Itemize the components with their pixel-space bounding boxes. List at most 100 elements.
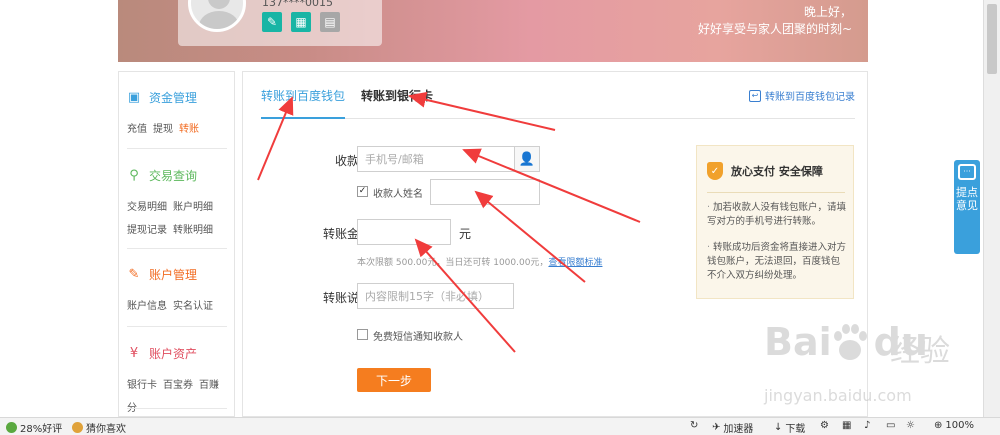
download-text: 下载 xyxy=(785,424,806,435)
avatar-body xyxy=(199,11,239,29)
chat-icon: ··· xyxy=(958,164,976,180)
search-icon: ⚲ xyxy=(129,167,139,183)
zoom-control[interactable]: ⊕ 100% xyxy=(934,420,974,431)
sidebar-section-funds: ▣ 资金管理 充值 提现 转账 xyxy=(127,88,229,141)
avatar-head xyxy=(208,0,230,9)
rating-text: 28%好评 xyxy=(20,424,63,435)
sidebar-item-coupon[interactable]: 百宝券 xyxy=(163,380,193,391)
sidebar-links-query: 交易明细 账户明细 提现记录 转账明细 xyxy=(127,196,229,242)
sidebar-divider xyxy=(127,326,227,327)
settings-icon[interactable]: ⚙ xyxy=(820,420,829,431)
calculator-icon[interactable]: ▦ xyxy=(291,12,311,32)
brightness-icon[interactable]: ☼ xyxy=(906,420,915,431)
rating-indicator[interactable]: 28%好评 xyxy=(6,420,62,435)
accelerator-button[interactable]: ✈ 加速器 xyxy=(712,420,753,435)
zoom-text: 100% xyxy=(945,420,974,431)
tab-bar: 转账到百度钱包 转账到银行卡 ↩ 转账到百度钱包记录 xyxy=(261,72,855,119)
next-step-button[interactable]: 下一步 xyxy=(357,368,431,392)
refresh-icon[interactable]: ↻ xyxy=(690,420,698,431)
sound-icon[interactable]: ♪ xyxy=(864,420,870,431)
sidebar-section-assets: ¥ 账户资产 银行卡百宝券百赚分 xyxy=(127,344,229,416)
sidebar-item-recharge[interactable]: 充值 xyxy=(127,124,147,135)
heart-icon xyxy=(72,422,83,433)
notice-header: ✓ 放心支付 安全保障 xyxy=(707,162,823,180)
sms-notify-checkbox[interactable] xyxy=(357,329,368,340)
limit-standard-link[interactable]: 查看限额标准 xyxy=(548,258,602,268)
sidebar-divider xyxy=(127,248,227,249)
notice-item-text: 加若收款人没有钱包账户，请填写对方的手机号进行转账。 xyxy=(707,202,847,227)
grid-icon[interactable]: ▦ xyxy=(842,420,851,431)
sidebar-item-account-info[interactable]: 账户信息 xyxy=(127,301,167,312)
sidebar-item-trade-detail[interactable]: 交易明细 xyxy=(127,202,167,213)
contact-picker-button[interactable]: 👤 xyxy=(514,146,540,172)
amount-input[interactable] xyxy=(357,219,451,245)
transfer-record-label: 转账到百度钱包记录 xyxy=(765,92,855,103)
sidebar-title-query[interactable]: ⚲ 交易查询 xyxy=(127,166,229,184)
feedback-label: 提点意见 xyxy=(956,186,978,212)
id-card-icon[interactable]: ▤ xyxy=(320,12,340,32)
payee-name-input[interactable] xyxy=(430,179,540,205)
browser-statusbar: 28%好评 猜你喜欢 ↻ ✈ 加速器 ↓ 下载 ⚙ ▦ ♪ ▭ ☼ ⊕ 100% xyxy=(0,417,1000,435)
wallet-icon: ▣ xyxy=(127,89,141,105)
sidebar-section-query: ⚲ 交易查询 交易明细 账户明细 提现记录 转账明细 xyxy=(127,166,229,242)
leaf-icon xyxy=(6,422,17,433)
watermark-cn: 经验 xyxy=(890,334,950,369)
security-notice: ✓ 放心支付 安全保障 · 加若收款人没有钱包账户，请填写对方的手机号进行转账。… xyxy=(696,145,854,299)
amount-hint: 本次限额 500.00元，当日还可转 1000.00元，查看限额标准 xyxy=(357,255,602,268)
sidebar-title-funds[interactable]: ▣ 资金管理 xyxy=(127,88,229,106)
feedback-button[interactable]: ··· 提点意见 xyxy=(954,160,980,254)
accelerator-text: 加速器 xyxy=(723,424,754,435)
rocket-icon: ✈ xyxy=(712,422,721,433)
paw-icon xyxy=(834,324,867,360)
amount-unit: 元 xyxy=(459,227,472,241)
sidebar-item-account-detail[interactable]: 账户明细 xyxy=(173,202,213,213)
sidebar-title-label: 账户管理 xyxy=(149,267,198,282)
sidebar-item-transfer[interactable]: 转账 xyxy=(179,124,199,135)
avatar[interactable] xyxy=(188,0,246,32)
greeting-line1: 晚上好， xyxy=(803,5,852,19)
sidebar-item-bank-card[interactable]: 银行卡 xyxy=(127,380,157,391)
shield-icon: ✓ xyxy=(707,162,723,180)
watermark-url: jingyan.baidu.com xyxy=(764,386,912,405)
sidebar-item-withdraw[interactable]: 提现 xyxy=(153,124,173,135)
scrollbar-thumb[interactable] xyxy=(987,4,997,74)
note-input[interactable]: 内容限制15字（非必填） xyxy=(357,283,514,309)
sidebar-divider xyxy=(127,148,227,149)
profile-actions: ✎ ▦ ▤ xyxy=(262,12,340,32)
notice-item: · 加若收款人没有钱包账户，请填写对方的手机号进行转账。 xyxy=(707,201,847,229)
phone-number: 137****0015 xyxy=(262,0,333,9)
payee-input[interactable]: 手机号/邮箱 xyxy=(357,146,515,172)
transfer-record-link[interactable]: ↩ 转账到百度钱包记录 xyxy=(749,88,855,103)
payee-name-checkbox[interactable]: ✓ xyxy=(357,186,368,197)
notice-title: 放心支付 安全保障 xyxy=(731,165,823,178)
sidebar-title-assets[interactable]: ¥ 账户资产 xyxy=(127,344,229,362)
zoom-icon: ⊕ xyxy=(934,420,943,431)
tab-to-wallet[interactable]: 转账到百度钱包 xyxy=(261,87,346,119)
header-banner: 137****0015 ✎ ▦ ▤ 晚上好， 好好享受与家人团聚的时刻~ xyxy=(118,0,868,62)
sidebar-item-transfer-detail[interactable]: 转账明细 xyxy=(173,225,213,236)
greeting-line2: 好好享受与家人团聚的时刻~ xyxy=(697,22,852,36)
download-button[interactable]: ↓ 下载 xyxy=(774,420,805,435)
sidebar-links-funds: 充值 提现 转账 xyxy=(127,118,229,141)
amount-hint-text: 本次限额 500.00元，当日还可转 1000.00元， xyxy=(357,258,549,268)
watermark-logo-text: Bai xyxy=(764,320,832,364)
sidebar-section-account: ✎ 账户管理 账户信息 实名认证 xyxy=(127,265,229,318)
sidebar-item-verify[interactable]: 实名认证 xyxy=(173,301,213,312)
sidebar: ▣ 资金管理 充值 提现 转账 ⚲ 交易查询 交易明细 账户明细 提现记录 转账明细 ✎… xyxy=(118,71,235,417)
guess-you-like[interactable]: 猜你喜欢 xyxy=(72,420,126,435)
left-margin xyxy=(0,0,118,417)
record-icon: ↩ xyxy=(749,89,761,102)
tab-to-bank-card[interactable]: 转账到银行卡 xyxy=(361,87,433,119)
sidebar-title-label: 资金管理 xyxy=(149,90,198,105)
baidu-jingyan-watermark: Bai du 经验 jingyan.baidu.com xyxy=(760,320,990,412)
person-icon: 👤 xyxy=(518,151,536,167)
sidebar-title-account[interactable]: ✎ 账户管理 xyxy=(127,265,229,283)
payee-name-label: 收款人姓名 xyxy=(373,189,423,200)
edit-icon[interactable]: ✎ xyxy=(262,12,282,32)
sidebar-item-withdraw-record[interactable]: 提现记录 xyxy=(127,225,167,236)
sidebar-links-assets: 银行卡百宝券百赚分 xyxy=(127,374,229,416)
sms-notify-label: 免费短信通知收款人 xyxy=(373,332,463,343)
notice-item-text: 转账成功后资金将直接进入对方钱包账户，无法退回，百度钱包不介入双方纠纷处理。 xyxy=(707,242,847,281)
window-icon[interactable]: ▭ xyxy=(886,420,895,431)
notice-divider xyxy=(707,192,845,193)
